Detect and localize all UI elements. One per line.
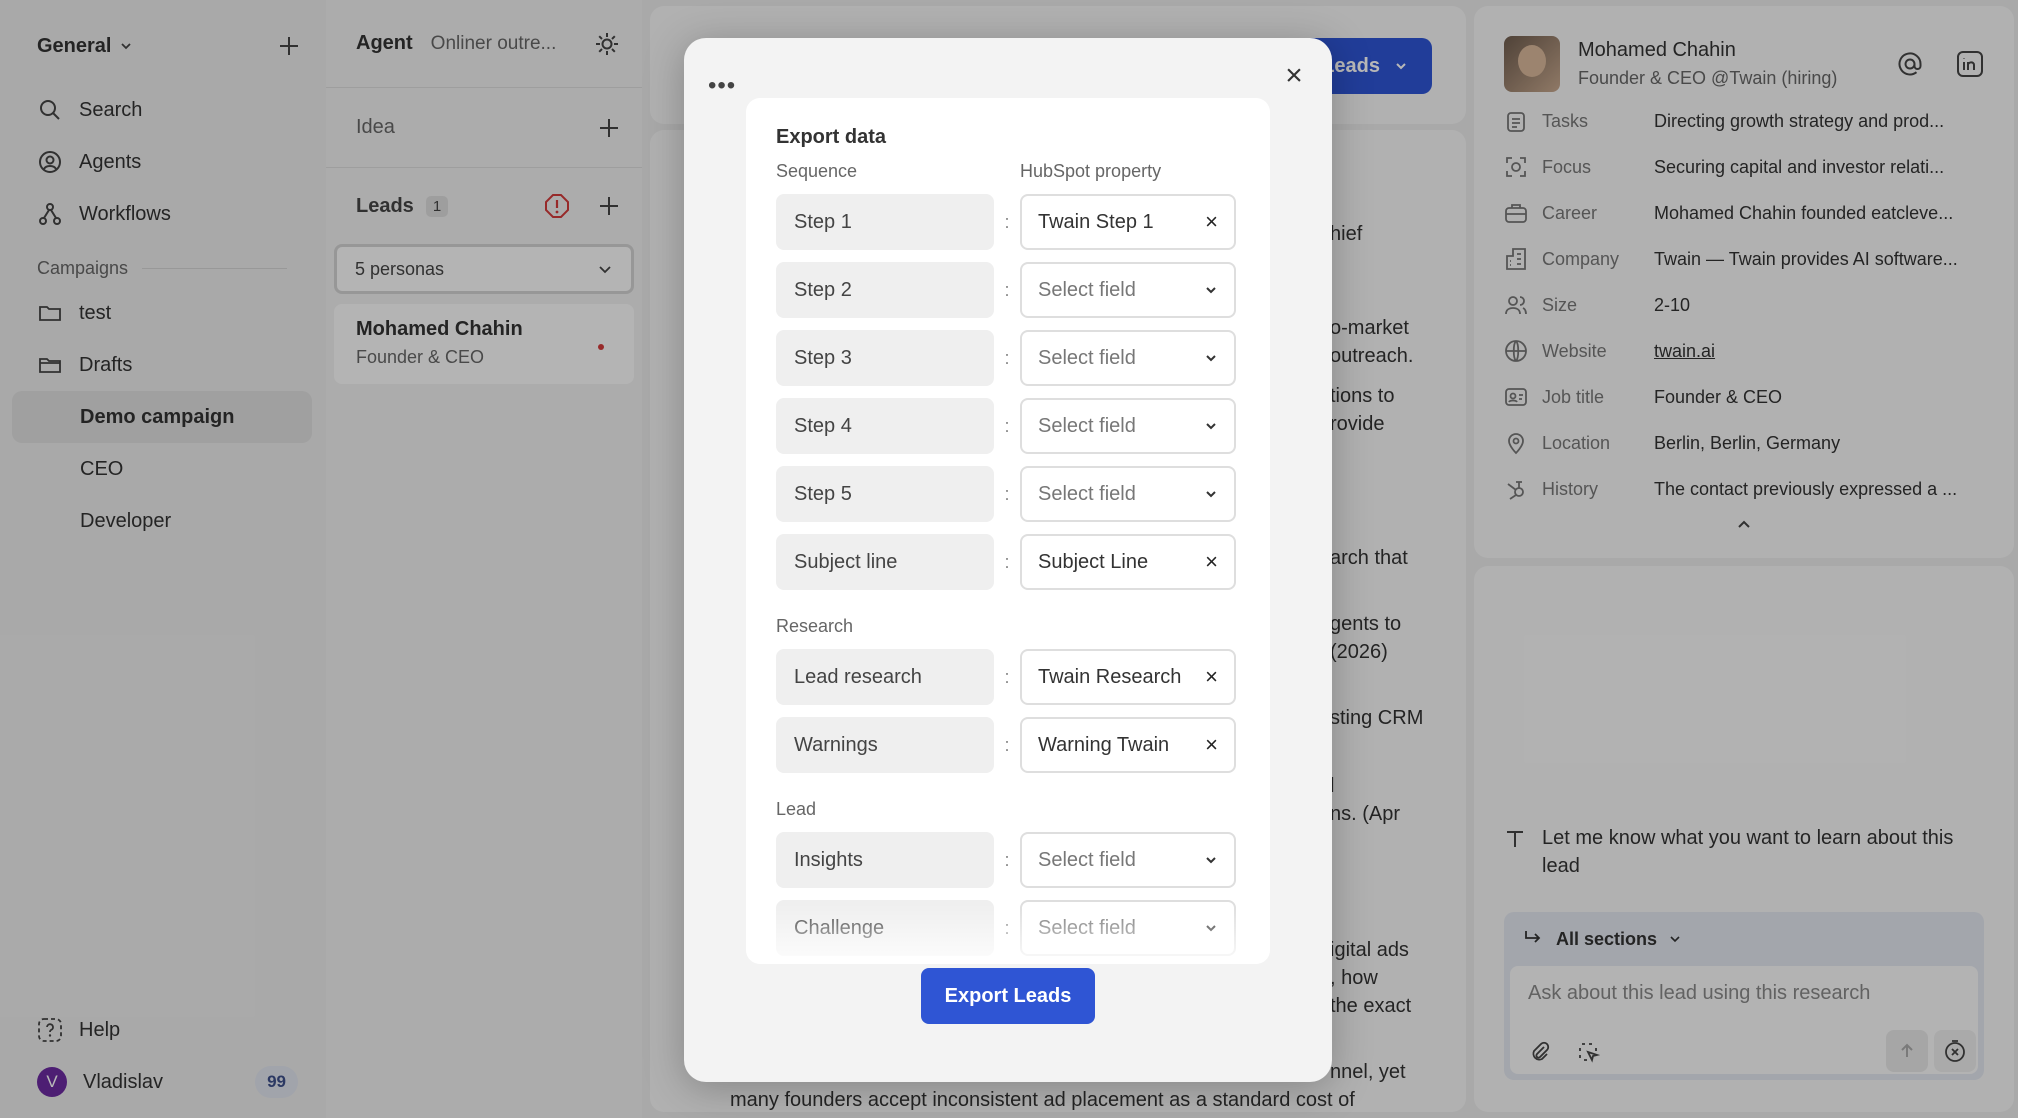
mapping-row: Subject line: Subject Line ×: [776, 534, 1240, 590]
mapping-separator: :: [1004, 666, 1010, 687]
column-target-label: HubSpot property: [1020, 161, 1162, 181]
chevron-down-icon: [1206, 491, 1216, 498]
mapping-row: Warnings: Warning Twain ×: [776, 717, 1240, 773]
clear-icon[interactable]: ×: [1205, 666, 1218, 688]
mapping-row: Step 1: Twain Step 1 ×: [776, 194, 1240, 250]
hubspot-property-field[interactable]: Twain Step 1 ×: [1020, 194, 1236, 250]
property-value: Twain Step 1: [1038, 210, 1154, 233]
property-value: Subject Line: [1038, 550, 1149, 573]
source-field: Challenge: [776, 900, 994, 956]
property-value: Select field: [1038, 916, 1136, 939]
close-icon[interactable]: ×: [1278, 60, 1310, 92]
mapping-separator: :: [1004, 734, 1010, 755]
export-modal: ••• × Export data Sequence HubSpot prope…: [684, 38, 1332, 1082]
clear-icon[interactable]: ×: [1205, 734, 1218, 756]
mapping-separator: :: [1004, 279, 1010, 300]
mapping-column-headers: Sequence HubSpot property: [776, 161, 1240, 182]
export-leads-button[interactable]: Export Leads: [921, 968, 1095, 1024]
sequence-mapping-list: Step 1: Twain Step 1 × Step 2: Select field S…: [776, 194, 1240, 590]
modal-title: Export data: [776, 126, 887, 148]
lead-mapping-list: Insights: Select field Challenge: Select fi…: [776, 832, 1240, 956]
source-field: Subject line: [776, 534, 994, 590]
property-value: Select field: [1038, 414, 1136, 437]
mapping-separator: :: [1004, 211, 1010, 232]
lead-section-label: Lead: [776, 799, 817, 819]
source-field: Step 4: [776, 398, 994, 454]
export-mapping-card: Export data Sequence HubSpot property St…: [746, 98, 1270, 964]
research-mapping-list: Lead research: Twain Research × Warnings: Wa…: [776, 649, 1240, 773]
property-value: Twain Research: [1038, 665, 1182, 688]
more-options-icon[interactable]: •••: [708, 72, 736, 100]
hubspot-property-select[interactable]: Select field: [1020, 832, 1236, 888]
mapping-row: Insights: Select field: [776, 832, 1240, 888]
mapping-row: Step 5: Select field: [776, 466, 1240, 522]
mapping-separator: :: [1004, 483, 1010, 504]
source-field: Step 1: [776, 194, 994, 250]
clear-icon[interactable]: ×: [1205, 211, 1218, 233]
source-field: Lead research: [776, 649, 994, 705]
hubspot-property-field[interactable]: Subject Line ×: [1020, 534, 1236, 590]
chevron-down-icon: [1206, 857, 1216, 864]
property-value: Select field: [1038, 482, 1136, 505]
mapping-row: Step 3: Select field: [776, 330, 1240, 386]
hubspot-property-select[interactable]: Select field: [1020, 900, 1236, 956]
mapping-separator: :: [1004, 347, 1010, 368]
mapping-separator: :: [1004, 849, 1010, 870]
hubspot-property-select[interactable]: Select field: [1020, 398, 1236, 454]
source-field: Step 3: [776, 330, 994, 386]
clear-icon[interactable]: ×: [1205, 551, 1218, 573]
chevron-down-icon: [1206, 355, 1216, 362]
property-value: Select field: [1038, 278, 1136, 301]
hubspot-property-select[interactable]: Select field: [1020, 262, 1236, 318]
mapping-separator: :: [1004, 917, 1010, 938]
source-field: Step 5: [776, 466, 994, 522]
mapping-row: Step 4: Select field: [776, 398, 1240, 454]
mapping-row: Challenge: Select field: [776, 900, 1240, 956]
mapping-separator: :: [1004, 551, 1010, 572]
source-field: Step 2: [776, 262, 994, 318]
hubspot-property-field[interactable]: Twain Research ×: [1020, 649, 1236, 705]
property-value: Warning Twain: [1038, 733, 1170, 756]
property-value: Select field: [1038, 346, 1136, 369]
hubspot-property-field[interactable]: Warning Twain ×: [1020, 717, 1236, 773]
hubspot-property-select[interactable]: Select field: [1020, 466, 1236, 522]
chevron-down-icon: [1206, 287, 1216, 294]
source-field: Warnings: [776, 717, 994, 773]
source-field: Insights: [776, 832, 994, 888]
hubspot-property-select[interactable]: Select field: [1020, 330, 1236, 386]
column-source-label: Sequence: [776, 161, 858, 181]
chevron-down-icon: [1206, 423, 1216, 430]
mapping-row: Lead research: Twain Research ×: [776, 649, 1240, 705]
chevron-down-icon: [1206, 925, 1216, 932]
mapping-row: Step 2: Select field: [776, 262, 1240, 318]
property-value: Select field: [1038, 848, 1136, 871]
research-section-label: Research: [776, 616, 854, 636]
mapping-separator: :: [1004, 415, 1010, 436]
